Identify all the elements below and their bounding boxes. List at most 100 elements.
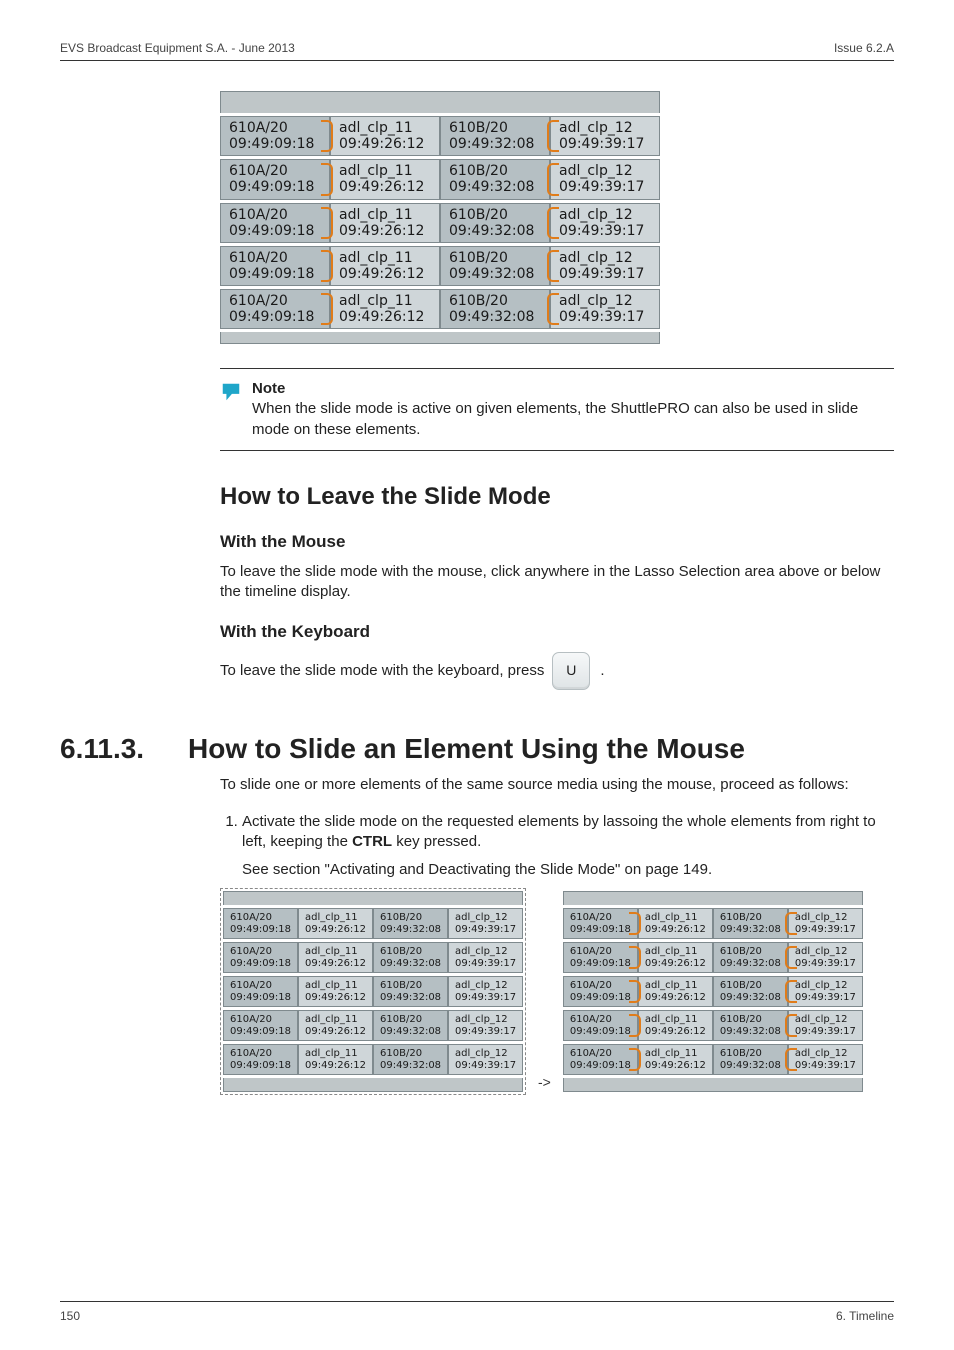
timeline-cell: adl_clp_1209:49:39:17 [788, 1010, 863, 1041]
timeline-cell: 610B/2009:49:32:08 [713, 976, 788, 1007]
page-number: 150 [60, 1308, 80, 1324]
timeline-cell: 610A/2009:49:09:18 [223, 1044, 298, 1075]
table-row: 610A/2009:49:09:18adl_clp_1109:49:26:126… [563, 1044, 863, 1075]
timeline-cell: adl_clp_1209:49:39:17 [550, 246, 660, 286]
timeline-cell: adl_clp_1109:49:26:12 [330, 203, 440, 243]
table-row: 610A/2009:49:09:18adl_clp_1109:49:26:126… [223, 976, 523, 1007]
timeline-cell: 610A/2009:49:09:18 [563, 1044, 638, 1075]
table-row: 610A/2009:49:09:18adl_clp_1109:49:26:126… [220, 289, 660, 329]
note-block: Note When the slide mode is active on gi… [220, 368, 894, 451]
timeline-cell: adl_clp_1109:49:26:12 [638, 908, 713, 939]
timeline-cell: 610B/2009:49:32:08 [373, 1010, 448, 1041]
section2-intro: To slide one or more elements of the sam… [220, 775, 894, 795]
timeline-cell: 610B/2009:49:32:08 [440, 159, 550, 199]
timeline-cell: 610A/2009:49:09:18 [563, 976, 638, 1007]
header-left: EVS Broadcast Equipment S.A. - June 2013 [60, 40, 295, 56]
timeline-cell: 610B/2009:49:32:08 [440, 116, 550, 156]
timeline-cell: adl_clp_1109:49:26:12 [298, 976, 373, 1007]
note-title: Note [252, 379, 894, 399]
timeline-cell: adl_clp_1209:49:39:17 [448, 1044, 523, 1075]
table-row: 610A/2009:49:09:18adl_clp_1109:49:26:126… [563, 908, 863, 939]
step-1: Activate the slide mode on the requested… [242, 812, 894, 881]
timeline-cell: adl_clp_1209:49:39:17 [788, 908, 863, 939]
timeline-cell: adl_clp_1109:49:26:12 [638, 1010, 713, 1041]
timeline-cell: 610B/2009:49:32:08 [373, 976, 448, 1007]
timeline-cell: 610A/2009:49:09:18 [563, 1010, 638, 1041]
note-icon [220, 381, 242, 403]
timeline-header-strip [220, 91, 660, 113]
header-right: Issue 6.2.A [834, 40, 894, 56]
timeline-cell: adl_clp_1209:49:39:17 [550, 203, 660, 243]
table-row: 610A/2009:49:09:18adl_clp_1109:49:26:126… [223, 942, 523, 973]
timeline-cell: adl_clp_1209:49:39:17 [550, 159, 660, 199]
chapter-label: 6. Timeline [836, 1308, 894, 1324]
timeline-figure-before: 610A/2009:49:09:18adl_clp_1109:49:26:126… [223, 891, 523, 1092]
timeline-cell: adl_clp_1109:49:26:12 [638, 976, 713, 1007]
timeline-cell: 610A/2009:49:09:18 [563, 908, 638, 939]
timeline-cell: 610A/2009:49:09:18 [223, 976, 298, 1007]
timeline-cell: adl_clp_1209:49:39:17 [788, 976, 863, 1007]
timeline-cell: 610B/2009:49:32:08 [713, 942, 788, 973]
timeline-cell: adl_clp_1209:49:39:17 [550, 289, 660, 329]
timeline-cell: adl_clp_1109:49:26:12 [330, 289, 440, 329]
timeline-cell: adl_clp_1109:49:26:12 [298, 942, 373, 973]
timeline-cell: adl_clp_1109:49:26:12 [298, 1044, 373, 1075]
subheading-keyboard: With the Keyboard [220, 621, 894, 644]
table-row: 610A/2009:49:09:18adl_clp_1109:49:26:126… [220, 203, 660, 243]
step-1-ctrl: CTRL [352, 833, 392, 850]
subheading-mouse: With the Mouse [220, 531, 894, 554]
timeline-cell: 610B/2009:49:32:08 [373, 1044, 448, 1075]
timeline-cell: 610B/2009:49:32:08 [713, 1044, 788, 1075]
timeline-cell: adl_clp_1209:49:39:17 [448, 1010, 523, 1041]
timeline-cell: 610A/2009:49:09:18 [220, 116, 330, 156]
timeline-cell: 610A/2009:49:09:18 [223, 1010, 298, 1041]
timeline-cell: adl_clp_1209:49:39:17 [448, 976, 523, 1007]
timeline-cell: adl_clp_1109:49:26:12 [330, 159, 440, 199]
table-row: 610A/2009:49:09:18adl_clp_1109:49:26:126… [563, 942, 863, 973]
table-row: 610A/2009:49:09:18adl_clp_1109:49:26:126… [563, 976, 863, 1007]
paragraph-keyboard: To leave the slide mode with the keyboar… [220, 652, 894, 690]
timeline-figure-before-selection: 610A/2009:49:09:18adl_clp_1109:49:26:126… [220, 888, 526, 1095]
timeline-footer-strip [563, 1078, 863, 1092]
section-title-leave-slide: How to Leave the Slide Mode [220, 481, 894, 513]
timeline-cell: 610A/2009:49:09:18 [223, 942, 298, 973]
steps-list: Activate the slide mode on the requested… [220, 812, 894, 881]
paragraph-mouse: To leave the slide mode with the mouse, … [220, 562, 894, 603]
section-title-slide-element: How to Slide an Element Using the Mouse [188, 730, 745, 768]
timeline-cell: adl_clp_1209:49:39:17 [550, 116, 660, 156]
step-1-text-a: Activate the slide mode on the requested… [242, 813, 876, 850]
kbd-text-post: . [598, 661, 604, 681]
timeline-cell: adl_clp_1209:49:39:17 [448, 942, 523, 973]
table-row: 610A/2009:49:09:18adl_clp_1109:49:26:126… [220, 116, 660, 156]
timeline-cell: adl_clp_1109:49:26:12 [638, 1044, 713, 1075]
timeline-cell: 610A/2009:49:09:18 [220, 246, 330, 286]
timeline-cell: 610B/2009:49:32:08 [440, 289, 550, 329]
timeline-cell: adl_clp_1209:49:39:17 [448, 908, 523, 939]
timeline-cell: 610A/2009:49:09:18 [220, 159, 330, 199]
timeline-header-strip [563, 891, 863, 905]
timeline-before-after: 610A/2009:49:09:18adl_clp_1109:49:26:126… [220, 888, 894, 1095]
table-row: 610A/2009:49:09:18adl_clp_1109:49:26:126… [563, 1010, 863, 1041]
timeline-cell: 610B/2009:49:32:08 [373, 908, 448, 939]
timeline-cell: 610A/2009:49:09:18 [223, 908, 298, 939]
table-row: 610A/2009:49:09:18adl_clp_1109:49:26:126… [220, 159, 660, 199]
kbd-text-pre: To leave the slide mode with the keyboar… [220, 661, 544, 681]
timeline-cell: 610B/2009:49:32:08 [713, 908, 788, 939]
timeline-figure-large: 610A/2009:49:09:18adl_clp_1109:49:26:126… [220, 91, 660, 344]
step-1-text-c: key pressed. [392, 833, 481, 850]
key-u: U [552, 652, 590, 690]
table-row: 610A/2009:49:09:18adl_clp_1109:49:26:126… [223, 1044, 523, 1075]
timeline-cell: 610B/2009:49:32:08 [713, 1010, 788, 1041]
arrow-icon: -> [536, 1073, 553, 1092]
timeline-footer-strip [220, 332, 660, 344]
timeline-cell: adl_clp_1109:49:26:12 [330, 246, 440, 286]
timeline-header-strip [223, 891, 523, 905]
timeline-cell: 610B/2009:49:32:08 [373, 942, 448, 973]
page-header: EVS Broadcast Equipment S.A. - June 2013… [60, 40, 894, 61]
step-1-reference: See section "Activating and Deactivating… [242, 860, 894, 880]
table-row: 610A/2009:49:09:18adl_clp_1109:49:26:126… [223, 1010, 523, 1041]
timeline-cell: 610B/2009:49:32:08 [440, 246, 550, 286]
timeline-cell: 610B/2009:49:32:08 [440, 203, 550, 243]
timeline-cell: adl_clp_1209:49:39:17 [788, 1044, 863, 1075]
timeline-cell: adl_clp_1109:49:26:12 [330, 116, 440, 156]
